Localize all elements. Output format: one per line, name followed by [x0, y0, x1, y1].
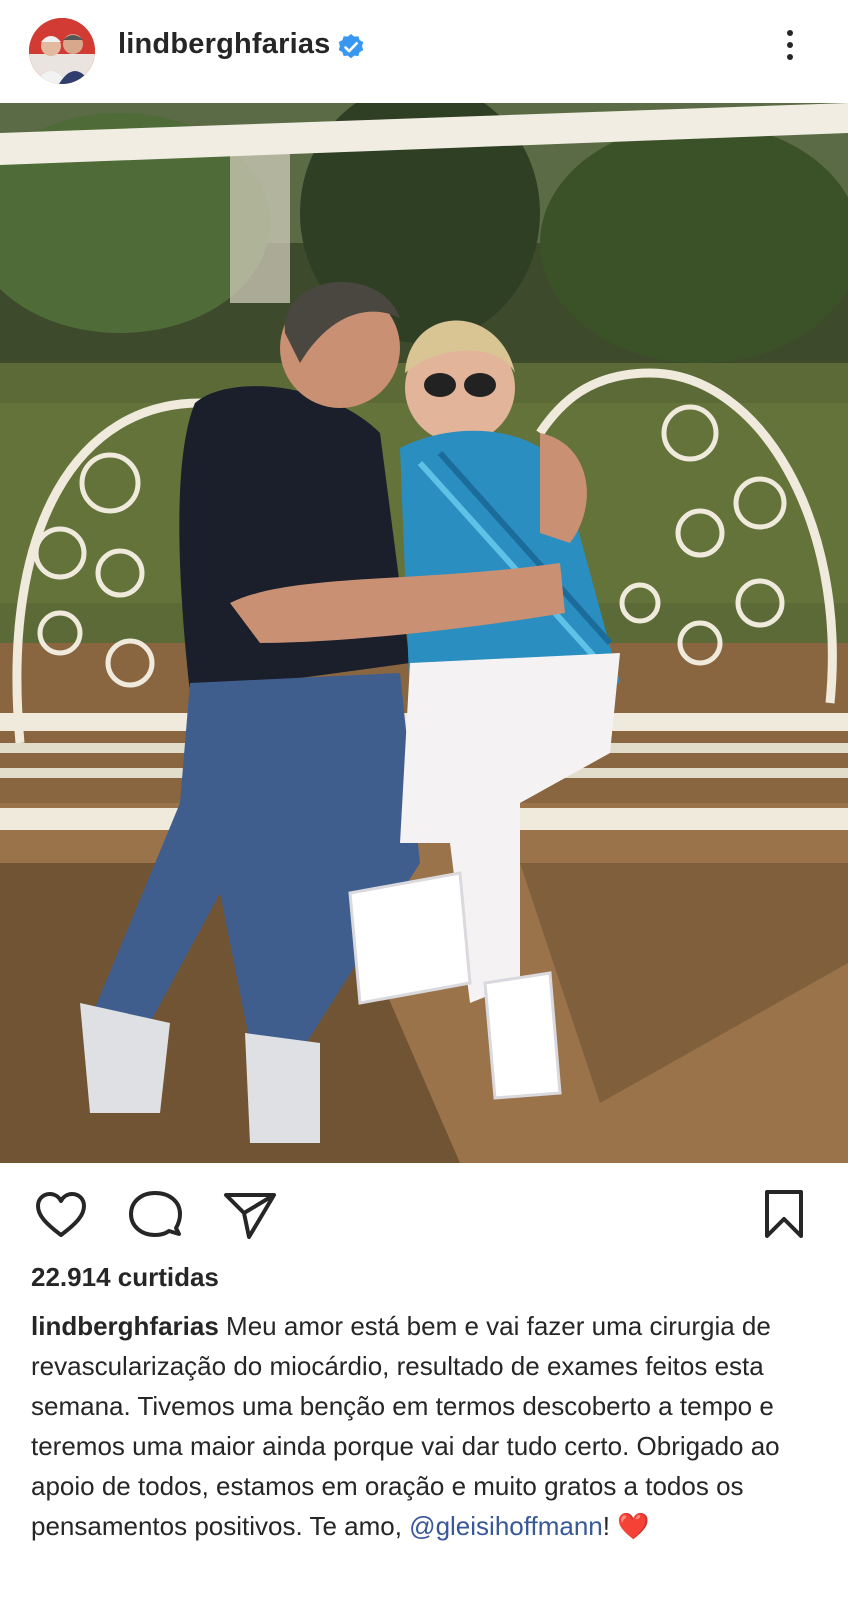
bookmark-icon[interactable]	[760, 1188, 808, 1244]
caption-text: Meu amor está bem e vai fazer uma cirurg…	[31, 1311, 780, 1541]
heart-emoji-icon: ❤️	[617, 1511, 650, 1541]
likes-count[interactable]: 22.914 curtidas	[31, 1262, 219, 1293]
heart-outline-icon[interactable]	[33, 1188, 89, 1244]
action-bar	[0, 1163, 848, 1263]
caption-end: !	[602, 1511, 610, 1541]
post-caption: lindberghfarias Meu amor está bem e vai …	[31, 1306, 831, 1546]
post-username[interactable]: lindberghfarias	[118, 28, 331, 61]
comment-bubble-icon[interactable]	[127, 1188, 183, 1244]
more-options-icon[interactable]	[780, 26, 800, 66]
post-photo[interactable]	[0, 103, 848, 1163]
paper-plane-icon[interactable]	[222, 1188, 278, 1244]
caption-mention-link[interactable]: @gleisihoffmann	[409, 1511, 603, 1541]
post-header: lindberghfarias	[0, 0, 848, 100]
caption-username[interactable]: lindberghfarias	[31, 1311, 219, 1341]
profile-avatar[interactable]	[29, 18, 95, 84]
verified-badge-icon	[337, 33, 365, 61]
